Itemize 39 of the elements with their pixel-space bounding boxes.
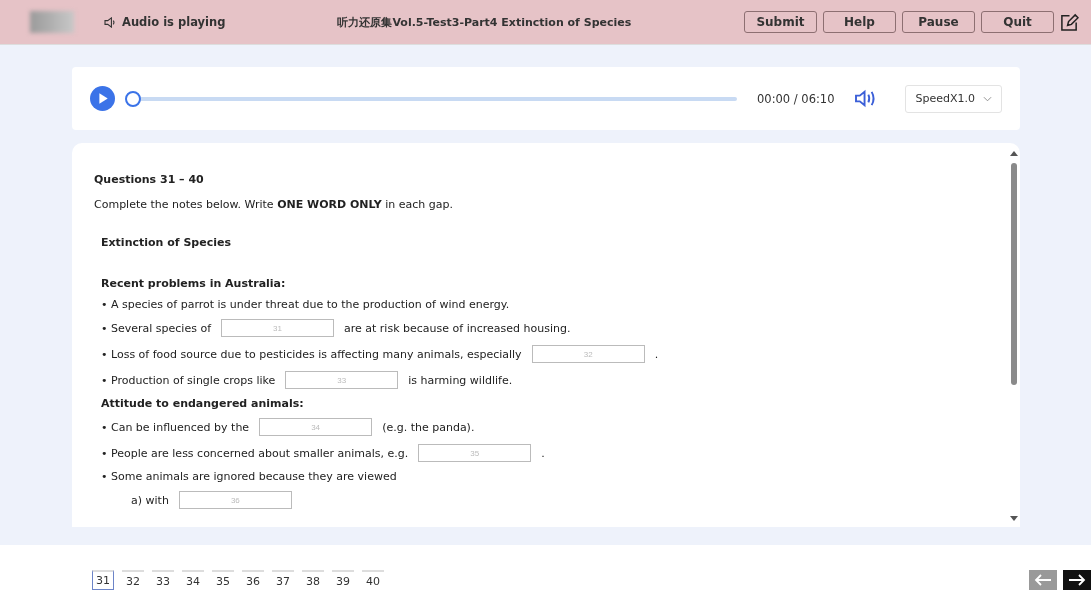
note-text: . [541, 446, 545, 460]
note-text: is harming wildlife. [408, 373, 513, 387]
header-button[interactable]: Submit [744, 11, 817, 33]
instruction-text: Complete the notes below. Write ONE WORD ONLY in each gap. [94, 198, 454, 211]
note-text: • Some animals are ignored because they are viewed [101, 470, 397, 483]
scroll-up-icon[interactable] [1010, 151, 1018, 156]
edit-icon[interactable] [1060, 12, 1079, 32]
note-text: • Production of single crops like [101, 373, 276, 387]
chevron-icon [983, 95, 992, 102]
question-number[interactable]: 31 [92, 570, 114, 590]
answer-field[interactable]: 32 [531, 345, 645, 363]
note-text: • A species of parrot is under threat due to the production of wind energy. [101, 298, 510, 311]
note-text: • Can be influenced by the [101, 420, 250, 434]
header-button[interactable]: Quit [981, 11, 1054, 33]
progress-thumb[interactable] [125, 90, 141, 107]
audio-status: Audio is playing [122, 15, 226, 29]
answer-field[interactable]: 34 [259, 418, 373, 436]
note-text: are at risk because of increased housing. [344, 321, 571, 335]
speaker-icon [104, 16, 117, 28]
test-title: 听力还原集Vol.5-Test3-Part4 Extinction of Species [337, 14, 632, 30]
timer-blur [30, 11, 74, 33]
volume-icon[interactable] [854, 89, 878, 108]
note-text: • People are less concerned about smaller animals, e.g. [101, 446, 409, 460]
header-button[interactable]: Help [823, 11, 896, 33]
note-text: a) with [131, 493, 169, 507]
playback-time: 00:00 / 06:10 [757, 91, 835, 106]
section-heading: Attitude to endangered animals: [101, 396, 305, 412]
speed-dropdown[interactable]: SpeedX1.0 [905, 84, 1002, 113]
questions-heading: Questions 31 – 40 [94, 173, 205, 186]
notes-title: Extinction of Species [101, 236, 232, 249]
scrollbar[interactable] [1011, 163, 1017, 385]
note-text: • Loss of food source due to pesticides is affecting many animals, especially [101, 347, 522, 361]
note-text: • Several species of [101, 321, 211, 335]
section-heading: Recent problems in Australia: [101, 276, 287, 292]
header-button[interactable]: Pause [902, 11, 975, 33]
note-text: (e.g. the panda). [382, 420, 475, 434]
scroll-down-icon[interactable] [1010, 516, 1018, 521]
note-text: . [654, 347, 659, 361]
play-button[interactable] [90, 86, 115, 111]
